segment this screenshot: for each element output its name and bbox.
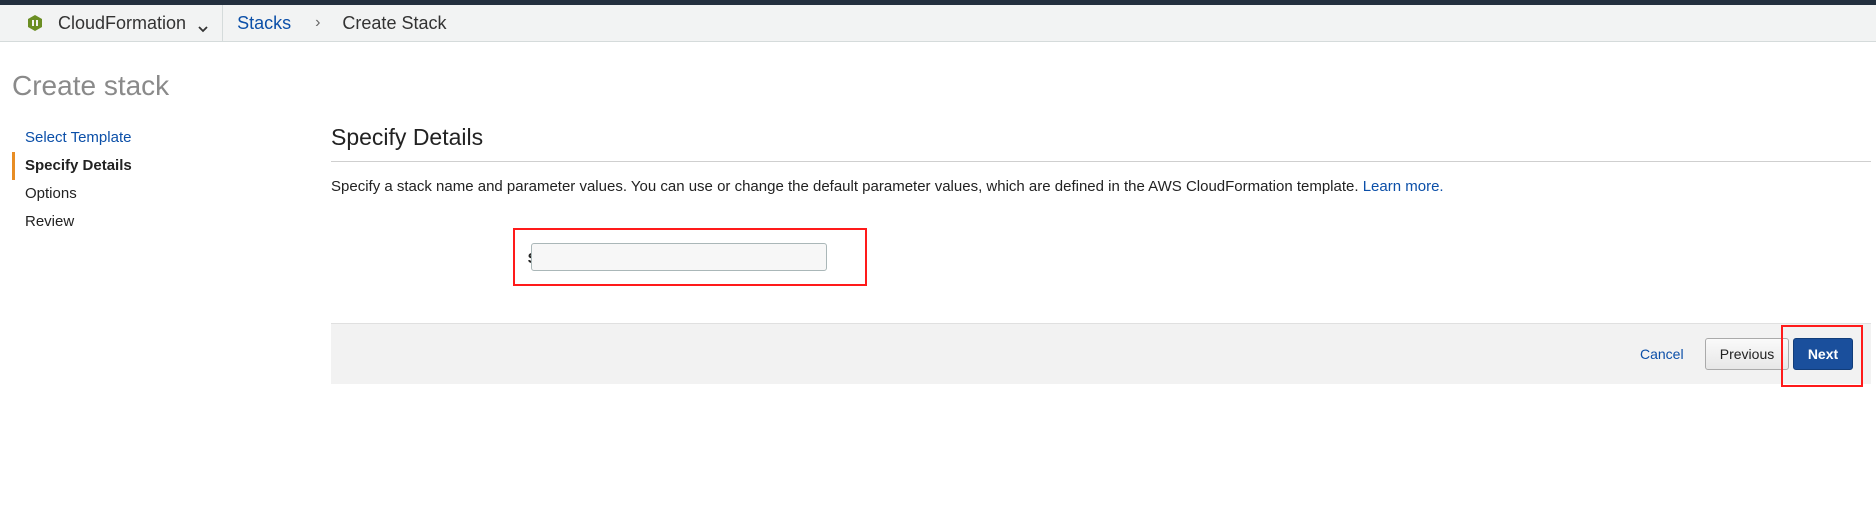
wizard-step-review: Review: [25, 213, 75, 230]
wizard-step-select-template[interactable]: Select Template: [12, 124, 272, 152]
next-button-highlight: [1781, 325, 1863, 387]
section-description: Specify a stack name and parameter value…: [331, 178, 1871, 195]
stack-name-row: Stack name: [331, 228, 931, 302]
description-text: Specify a stack name and parameter value…: [331, 178, 1359, 195]
breadcrumb-stacks-link[interactable]: Stacks: [237, 13, 291, 34]
service-menu[interactable]: CloudFormation: [0, 5, 224, 41]
breadcrumb-separator: ›: [315, 14, 321, 31]
learn-more-link[interactable]: Learn more.: [1363, 178, 1444, 195]
cancel-button[interactable]: Cancel: [1640, 346, 1684, 362]
details-panel: Specify Details Specify a stack name and…: [331, 124, 1871, 387]
breadcrumb-current: Create Stack: [342, 12, 447, 33]
breadcrumb: Stacks › Create Stack: [223, 13, 446, 34]
cloudformation-icon: [26, 14, 44, 32]
page-title: Create stack: [12, 70, 170, 101]
chevron-down-icon: [198, 18, 208, 33]
previous-button[interactable]: Previous: [1705, 338, 1789, 370]
wizard-step-options: Options: [25, 185, 77, 202]
section-title: Specify Details: [331, 124, 1871, 162]
stack-name-highlight: [513, 228, 867, 286]
service-name: CloudFormation: [58, 12, 187, 33]
wizard-nav: Select Template Specify Details Options …: [12, 124, 272, 236]
service-header: CloudFormation Stacks › Create Stack: [0, 5, 1876, 42]
wizard-footer: Cancel Previous Next: [331, 323, 1871, 387]
wizard-step-specify-details: Specify Details: [12, 152, 272, 180]
